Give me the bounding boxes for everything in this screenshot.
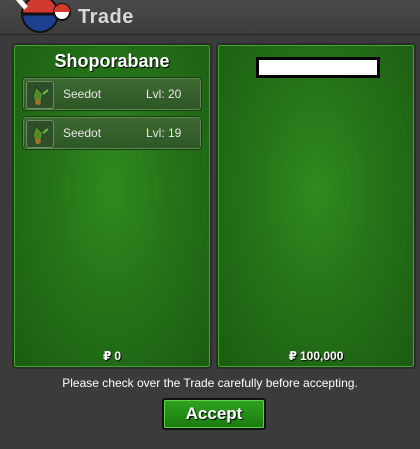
currency-icon: ₽ [102,349,112,363]
currency-icon: ₽ [288,349,297,363]
trade-item[interactable]: Seedot Lvl: 20 [22,77,202,111]
seedot-icon [26,120,54,148]
window-title: Trade [78,6,134,28]
item-level: Lvl: 19 [146,126,182,140]
accept-button[interactable]: Accept [162,398,266,430]
money-amount: 100,000 [299,349,344,363]
window-footer [0,438,420,449]
title-bar[interactable]: Trade [0,0,420,35]
my-offer-panel: Shoporabane Seedot Lvl: 20 Seedot Lvl: 1… [12,43,212,369]
trade-notice: Please check over the Trade carefully be… [62,376,358,390]
money-offer: ₽100,000 [218,349,414,363]
item-name: Seedot [63,126,102,140]
seedot-icon [26,81,54,109]
trade-item[interactable]: Seedot Lvl: 19 [22,116,202,150]
game-logo-icon [15,0,71,33]
redacted-player-name [256,57,380,78]
money-offer: ₽0 [14,349,210,363]
trade-window: Trade Shoporabane Seedot Lvl: 20 Seedot … [0,0,420,449]
item-level: Lvl: 20 [146,87,182,101]
player-name: Shoporabane [54,51,170,71]
money-amount: 0 [114,349,122,363]
partner-offer-panel: ₽100,000 [216,43,416,369]
item-name: Seedot [63,87,102,101]
